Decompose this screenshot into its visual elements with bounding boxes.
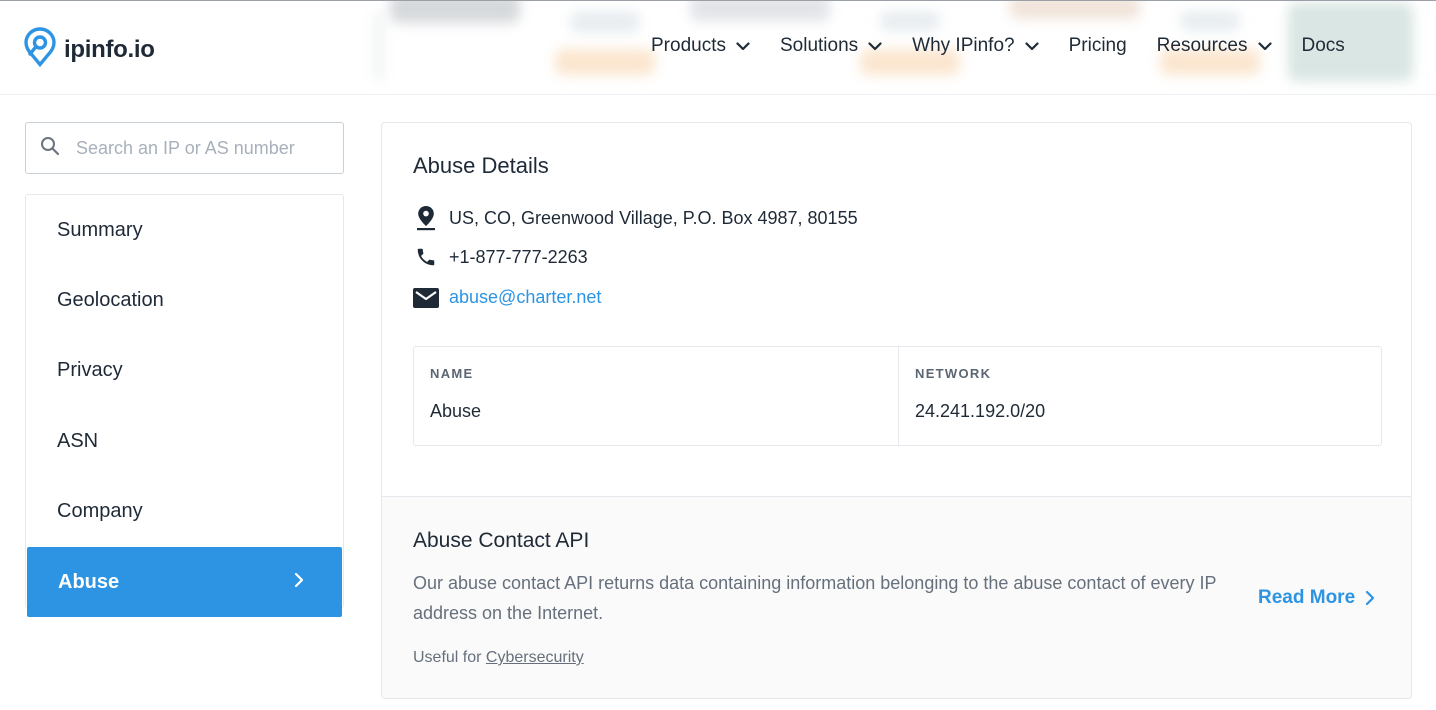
sidebar-item-abuse[interactable]: Abuse xyxy=(27,546,342,618)
chevron-down-icon xyxy=(1257,41,1272,51)
logo-text: ipinfo.io xyxy=(64,35,155,63)
abuse-table: NAME Abuse NETWORK 24.241.192.0/20 xyxy=(413,346,1382,446)
cell-network-value: 24.241.192.0/20 xyxy=(915,401,1046,421)
main-nav: Products Solutions Why IPinfo? Pricing R… xyxy=(651,35,1345,57)
nav-label: Docs xyxy=(1301,35,1345,56)
sidebar-item-label: Geolocation xyxy=(57,289,164,312)
sidebar-item-label: Abuse xyxy=(58,570,120,593)
sidebar-item-asn[interactable]: ASN xyxy=(26,406,343,476)
phone-row: +1-877-777-2263 xyxy=(413,246,588,268)
nav-pricing[interactable]: Pricing xyxy=(1069,35,1127,57)
network-column: NETWORK 24.241.192.0/20 xyxy=(898,347,1381,445)
sidebar-item-label: Company xyxy=(57,500,143,523)
phone-icon xyxy=(413,246,439,268)
nav-label: Why IPinfo? xyxy=(912,35,1015,56)
search-input[interactable] xyxy=(76,137,326,159)
nav-label: Pricing xyxy=(1068,35,1127,56)
chevron-down-icon xyxy=(868,41,882,51)
sidebar-item-privacy[interactable]: Privacy xyxy=(26,336,343,406)
sidebar-item-label: Privacy xyxy=(57,359,123,382)
abuse-details-title: Abuse Details xyxy=(413,153,549,178)
top-header: ipinfo.io Products Solutions Why IPinfo?… xyxy=(0,0,1436,95)
read-more-link[interactable]: Read More xyxy=(1258,587,1375,609)
abuse-phone: +1-877-777-2263 xyxy=(449,246,588,267)
sidebar-item-summary[interactable]: Summary xyxy=(26,195,343,265)
cell-name-value: Abuse xyxy=(430,401,482,421)
useful-for-text: Useful for Cybersecurity xyxy=(413,649,584,667)
nav-solutions[interactable]: Solutions xyxy=(780,35,882,57)
address-row: US, CO, Greenwood Village, P.O. Box 4987… xyxy=(413,205,858,231)
search-icon xyxy=(40,136,60,161)
useful-prefix: Useful for xyxy=(413,649,482,666)
nav-label: Solutions xyxy=(779,35,859,56)
chevron-down-icon xyxy=(1024,41,1039,51)
nav-products[interactable]: Products xyxy=(651,35,750,57)
location-pin-logo-icon xyxy=(24,27,56,72)
chevron-down-icon xyxy=(736,41,750,51)
nav-resources[interactable]: Resources xyxy=(1157,35,1272,57)
column-header-name: NAME xyxy=(430,366,474,381)
sidebar-item-company[interactable]: Company xyxy=(26,477,343,547)
chevron-right-icon xyxy=(294,571,304,594)
sidebar-item-geolocation[interactable]: Geolocation xyxy=(26,265,343,335)
cybersecurity-link[interactable]: Cybersecurity xyxy=(486,649,584,666)
sidebar-item-label: Summary xyxy=(57,218,143,241)
column-header-network: NETWORK xyxy=(915,366,992,381)
nav-label: Resources xyxy=(1156,35,1248,56)
api-description: Our abuse contact API returns data conta… xyxy=(413,573,1217,623)
chevron-right-icon xyxy=(1365,590,1375,606)
abuse-email-link[interactable]: abuse@charter.net xyxy=(449,287,601,308)
read-more-label: Read More xyxy=(1258,587,1356,608)
api-promo-section: Abuse Contact API Our abuse contact API … xyxy=(382,496,1411,698)
email-row: abuse@charter.net xyxy=(413,287,601,308)
ipinfo-logo[interactable]: ipinfo.io xyxy=(24,27,155,72)
mail-icon xyxy=(413,287,439,308)
nav-why-ipinfo[interactable]: Why IPinfo? xyxy=(912,35,1039,57)
ip-search-box[interactable] xyxy=(25,122,344,174)
nav-docs[interactable]: Docs xyxy=(1302,35,1345,57)
sidebar-item-label: ASN xyxy=(57,429,99,452)
name-column: NAME Abuse xyxy=(414,347,898,445)
abuse-address: US, CO, Greenwood Village, P.O. Box 4987… xyxy=(449,207,858,228)
abuse-card: Abuse Details US, CO, Greenwood Village,… xyxy=(381,122,1412,699)
nav-label: Products xyxy=(651,35,726,56)
map-pin-icon xyxy=(413,205,439,231)
api-title: Abuse Contact API xyxy=(413,529,590,552)
section-sidebar: Summary Geolocation Privacy ASN Company … xyxy=(25,194,344,618)
